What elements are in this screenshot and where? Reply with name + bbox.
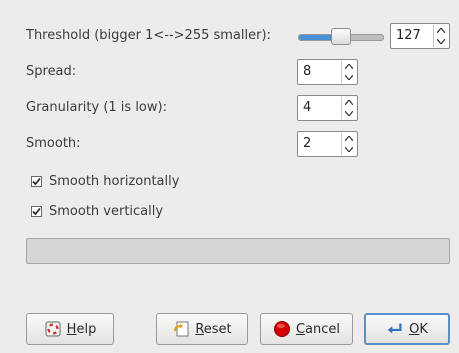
spread-spinbox[interactable]: 8 [297,59,358,85]
ok-button-label: OK [409,322,428,337]
cancel-button-label: Cancel [296,322,340,337]
smooth-horizontally-checkbox[interactable]: Smooth horizontally [31,171,179,191]
granularity-spinbox[interactable]: 4 [297,95,358,121]
granularity-label: Granularity (1 is low): [26,100,167,115]
smooth-vertically-label[interactable]: Smooth vertically [49,204,163,219]
ok-button[interactable]: OK [364,313,450,345]
threshold-spinbox[interactable]: 127 [390,23,450,49]
ok-label-rest: K [419,321,428,337]
stop-icon [273,320,291,338]
help-mnemonic: H [66,321,77,337]
granularity-decrement-icon[interactable] [342,108,356,119]
checkbox-checked-icon[interactable] [31,205,42,217]
granularity-value[interactable]: 4 [303,96,311,120]
smooth-vertically-checkbox[interactable]: Smooth vertically [31,201,163,221]
reset-icon [172,320,190,338]
smooth-increment-icon[interactable] [342,133,356,144]
threshold-slider[interactable] [298,28,384,45]
threshold-label: Threshold (bigger 1<-->255 smaller): [26,28,271,43]
progress-bar [26,238,450,264]
enter-arrow-icon [386,320,404,338]
threshold-value[interactable]: 127 [396,24,421,48]
help-icon [44,320,62,338]
granularity-spin-buttons [341,97,356,119]
cancel-label-rest: ancel [305,321,341,337]
spread-increment-icon[interactable] [342,61,356,72]
checkbox-checked-icon[interactable] [31,175,42,187]
reset-button[interactable]: Reset [156,313,248,345]
threshold-decrement-icon[interactable] [434,36,448,47]
threshold-slider-handle[interactable] [330,28,351,45]
smooth-decrement-icon[interactable] [342,144,356,155]
spread-spin-buttons [341,61,356,83]
smooth-horizontally-label[interactable]: Smooth horizontally [49,174,179,189]
threshold-increment-icon[interactable] [434,25,448,36]
spread-label: Spread: [26,64,77,79]
ok-mnemonic: O [409,321,420,337]
cancel-button[interactable]: Cancel [260,313,353,345]
cancel-mnemonic: C [295,321,306,337]
smooth-spin-buttons [341,133,356,155]
smooth-value[interactable]: 2 [303,132,311,156]
threshold-spin-buttons [433,25,448,47]
reset-mnemonic: R [195,321,204,337]
help-button[interactable]: Help [26,313,114,345]
help-label-rest: elp [76,321,97,337]
smooth-label: Smooth: [26,136,81,151]
spread-decrement-icon[interactable] [342,72,356,83]
spread-value[interactable]: 8 [303,60,311,84]
reset-label-rest: eset [203,321,232,337]
granularity-increment-icon[interactable] [342,97,356,108]
help-button-label: Help [67,322,97,337]
smooth-spinbox[interactable]: 2 [297,131,358,157]
reset-button-label: Reset [195,322,231,337]
